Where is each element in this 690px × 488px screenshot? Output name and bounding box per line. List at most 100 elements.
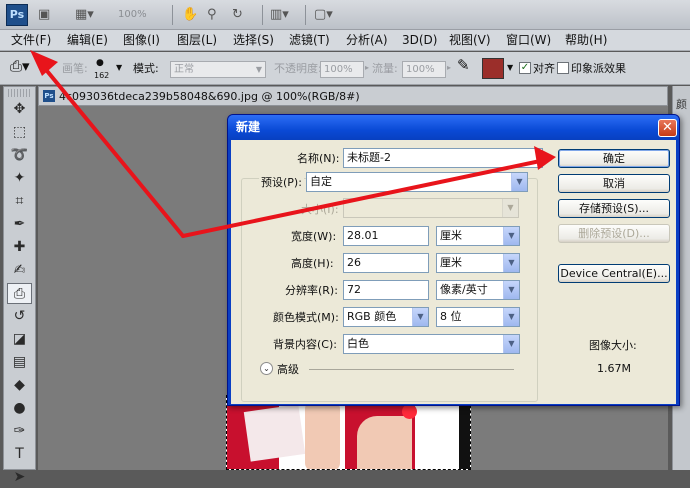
menu-bar: 文件(F) 编辑(E) 图像(I) 图层(L) 选择(S) 滤镜(T) 分析(A… (0, 30, 690, 51)
color-panel-tab[interactable]: 颜 (676, 96, 687, 112)
menu-image[interactable]: 图像(I) (123, 33, 160, 48)
path-selection-tool-icon[interactable]: ➤ (7, 467, 32, 488)
dodge-tool-icon[interactable]: ● (7, 398, 32, 419)
zoom-tool-icon[interactable]: ⚲ (207, 7, 217, 23)
bit-depth-value: 8 位 (440, 310, 462, 323)
healing-brush-tool-icon[interactable]: ✚ (7, 237, 32, 258)
menu-analysis[interactable]: 分析(A) (346, 33, 388, 48)
eyedropper-tool-icon[interactable]: ✒ (7, 214, 32, 235)
toolbox-grip[interactable] (8, 89, 31, 97)
chevron-down-icon: ▼ (503, 335, 519, 353)
clone-source-icon[interactable] (482, 58, 504, 79)
clone-stamp-preset-icon[interactable]: ⎙▾ (10, 59, 30, 74)
chevron-down-icon: ▼ (511, 173, 527, 191)
view-extras-icon[interactable]: ▦▾ (75, 7, 94, 23)
menu-edit[interactable]: 编辑(E) (67, 33, 108, 48)
menu-select[interactable]: 选择(S) (233, 33, 274, 48)
background-select[interactable]: 白色 ▼ (343, 334, 520, 354)
dialog-title: 新建 (236, 120, 261, 134)
preset-select[interactable]: 自定 ▼ (306, 172, 528, 192)
height-label: 高度(H): (291, 257, 334, 270)
device-central-button[interactable]: Device Central(E)... (558, 264, 670, 283)
color-mode-value: RGB 颜色 (347, 310, 397, 323)
separator (262, 5, 263, 25)
canvas-image[interactable] (226, 395, 471, 470)
menu-window[interactable]: 窗口(W) (506, 33, 551, 48)
advanced-toggle-icon[interactable]: ⌄ (260, 362, 273, 375)
divider (309, 369, 514, 370)
crop-tool-icon[interactable]: ⌗ (7, 191, 32, 212)
dialog-titlebar[interactable]: 新建 ✕ (228, 115, 679, 140)
mode-select[interactable]: 正常 ▼ (170, 61, 266, 78)
rotate-view-icon[interactable]: ↻ (232, 7, 243, 23)
gradient-tool-icon[interactable]: ▤ (7, 352, 32, 373)
clone-stamp-tool-icon[interactable]: ⎙ (7, 283, 32, 304)
menu-view[interactable]: 视图(V) (449, 33, 491, 48)
chevron-down-icon: ▼ (255, 65, 262, 74)
image-region (357, 416, 412, 469)
quick-selection-tool-icon[interactable]: ✦ (7, 168, 32, 189)
width-label: 宽度(W): (291, 230, 337, 243)
history-brush-tool-icon[interactable]: ↺ (7, 306, 32, 327)
height-unit-select[interactable]: 厘米 ▼ (436, 253, 520, 273)
width-field[interactable]: 28.01 (343, 226, 429, 246)
eraser-tool-icon[interactable]: ◪ (7, 329, 32, 350)
align-label: 对齐 (533, 62, 555, 75)
flow-arrow-icon[interactable]: ▸ (447, 62, 451, 74)
arrange-documents-icon[interactable]: ▥▾ (270, 7, 289, 23)
blur-tool-icon[interactable]: ◆ (7, 375, 32, 396)
bridge-icon[interactable]: ▣ (38, 7, 50, 23)
flow-field[interactable]: 100% (402, 61, 446, 78)
close-button[interactable]: ✕ (658, 119, 677, 137)
chevron-down-icon: ▼ (502, 199, 518, 217)
image-region (243, 404, 306, 462)
width-unit-select[interactable]: 厘米 ▼ (436, 226, 520, 246)
background-value: 白色 (347, 337, 369, 350)
resolution-unit-select[interactable]: 像素/英寸 ▼ (436, 280, 520, 300)
move-tool-icon[interactable]: ✥ (7, 99, 32, 120)
name-field[interactable]: 未标题-2 (343, 148, 543, 168)
cancel-button[interactable]: 取消 (558, 174, 670, 193)
brush-dot-icon[interactable]: ● (96, 57, 104, 69)
size-select: ▼ (343, 198, 519, 218)
type-tool-icon[interactable]: T (7, 444, 32, 465)
chevron-down-icon: ▼ (503, 281, 519, 299)
hand-tool-icon[interactable]: ✋ (182, 7, 198, 23)
impressionist-checkbox[interactable] (557, 62, 569, 74)
lasso-tool-icon[interactable]: ➰ (7, 145, 32, 166)
marquee-tool-icon[interactable]: ⬚ (7, 122, 32, 143)
zoom-level[interactable]: 100% (118, 7, 168, 23)
save-preset-button[interactable]: 存储预设(S)... (558, 199, 670, 218)
ok-button[interactable]: 确定 (558, 149, 670, 168)
screen-mode-icon[interactable]: ▢▾ (314, 7, 333, 23)
menu-filter[interactable]: 滤镜(T) (289, 33, 330, 48)
advanced-label[interactable]: 高级 (277, 363, 299, 376)
chevron-down-icon: ▼ (412, 308, 428, 326)
bit-depth-select[interactable]: 8 位 ▼ (436, 307, 520, 327)
color-mode-select[interactable]: RGB 颜色 ▼ (343, 307, 429, 327)
opacity-arrow-icon[interactable]: ▸ (365, 62, 369, 74)
image-region (305, 401, 340, 469)
clone-source-arrow-icon[interactable]: ▼ (507, 62, 513, 74)
opacity-field[interactable]: 100% (320, 61, 364, 78)
menu-3d[interactable]: 3D(D) (402, 33, 437, 48)
brush-label: 画笔: (62, 62, 88, 75)
application-bar: Ps ▣ ▦▾ 100% ✋ ⚲ ↻ ▥▾ ▢▾ (0, 0, 690, 30)
brush-tool-icon[interactable]: ✍ (7, 260, 32, 281)
resolution-field[interactable]: 72 (343, 280, 429, 300)
tool-options-bar: ⎙▾ 画笔: ● 162 ▼ 模式: 正常 ▼ 不透明度: 100% ▸ 流量:… (0, 52, 690, 85)
height-unit: 厘米 (440, 256, 462, 269)
align-checkbox[interactable]: ✓ (519, 62, 531, 74)
image-region (402, 404, 417, 419)
width-unit: 厘米 (440, 229, 462, 242)
pen-tool-icon[interactable]: ✑ (7, 421, 32, 442)
menu-layer[interactable]: 图层(L) (177, 33, 217, 48)
airbrush-icon[interactable]: ✎ (457, 58, 470, 73)
ps-document-icon: Ps (43, 90, 55, 102)
height-field[interactable]: 26 (343, 253, 429, 273)
opacity-label: 不透明度: (274, 62, 322, 75)
menu-help[interactable]: 帮助(H) (565, 33, 607, 48)
brush-picker-arrow-icon[interactable]: ▼ (116, 62, 122, 74)
document-tab[interactable]: Ps 4c093036tdeca239b58048&690.jpg @ 100%… (38, 86, 668, 106)
menu-file[interactable]: 文件(F) (11, 33, 51, 48)
